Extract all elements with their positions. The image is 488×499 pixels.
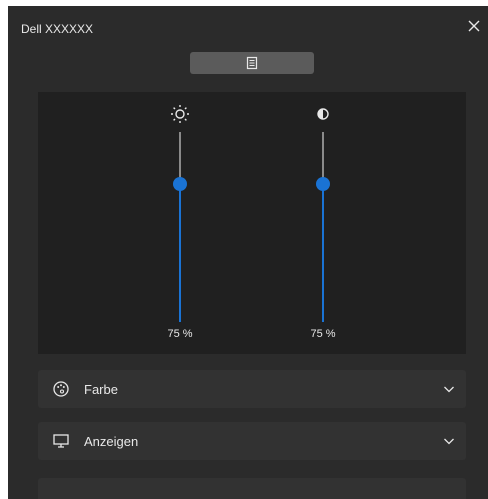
chevron-down-icon	[444, 386, 454, 393]
brightness-value: 75 %	[167, 328, 193, 340]
contrast-value: 75 %	[310, 328, 336, 340]
window-title: Dell XXXXXX	[21, 22, 94, 36]
contrast-track-fill[interactable]	[322, 184, 324, 322]
brightness-sun-icon	[171, 105, 189, 123]
section-farbe[interactable]: Farbe	[38, 370, 466, 408]
section-label-farbe: Farbe	[84, 382, 118, 397]
close-icon	[468, 20, 480, 32]
brightness-slider[interactable]: 75 %	[160, 92, 200, 354]
close-button[interactable]	[466, 18, 482, 34]
brightness-track-fill[interactable]	[179, 184, 181, 322]
monitor-icon	[53, 434, 69, 448]
brightness-thumb[interactable]	[173, 177, 187, 191]
mode-toggle-button[interactable]	[190, 52, 314, 74]
section-partial[interactable]	[38, 478, 466, 499]
palette-icon	[53, 381, 69, 397]
chevron-down-icon	[444, 438, 454, 445]
app-window: Dell XXXXXX 75 % 75 % Farbe Anzeigen	[8, 6, 488, 499]
contrast-slider[interactable]: 75 %	[303, 92, 343, 354]
document-icon	[246, 56, 258, 70]
contrast-icon	[317, 108, 329, 120]
section-anzeigen[interactable]: Anzeigen	[38, 422, 466, 460]
section-label-anzeigen: Anzeigen	[84, 434, 139, 449]
brightness-contrast-panel: 75 % 75 %	[38, 92, 466, 354]
contrast-thumb[interactable]	[316, 177, 330, 191]
